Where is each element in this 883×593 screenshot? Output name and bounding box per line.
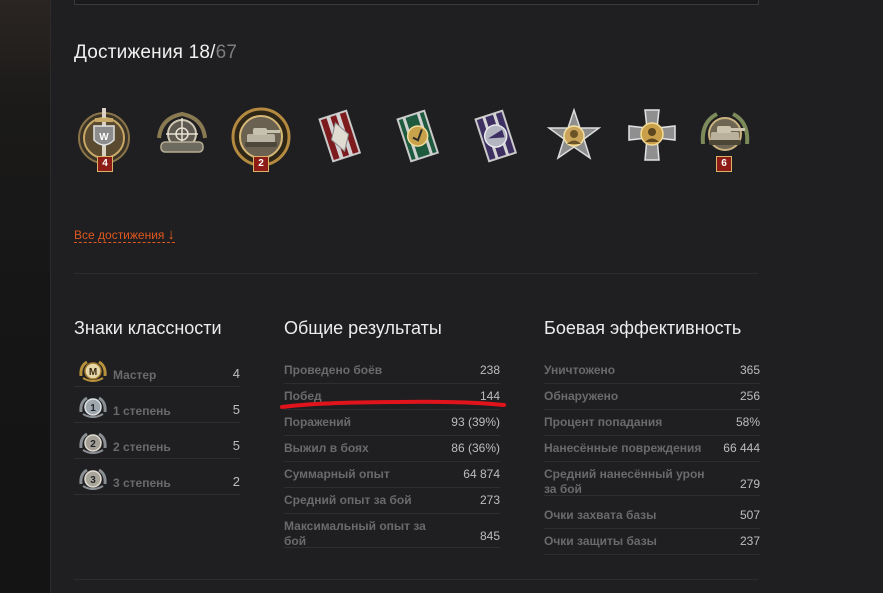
stat-row-losses: Поражений 93 (39%) (284, 409, 500, 436)
stat-value: 279 (739, 477, 760, 491)
stat-label: Очки защиты базы (544, 534, 657, 548)
class-value: 5 (232, 402, 240, 417)
stat-row-battles: Проведено боёв 238 (284, 357, 500, 384)
stat-label: Обнаружено (544, 389, 619, 403)
stat-row-survived: Выжил в боях 86 (36%) (284, 435, 500, 462)
crosshair-tank-medal-icon[interactable] (153, 104, 215, 170)
stat-value: 256 (739, 389, 760, 403)
red-underline-mark (280, 399, 506, 409)
medal-count-badge: 6 (716, 156, 732, 172)
svg-text:1: 1 (90, 403, 96, 414)
class-label: 3 степень (113, 476, 171, 490)
top-frame (74, 0, 759, 5)
stat-label: Уничтожено (544, 363, 616, 377)
combat-title: Боевая эффективность (544, 318, 742, 338)
green-ribbon-medal-icon[interactable] (387, 104, 449, 170)
star-portrait-medal-icon[interactable] (543, 104, 605, 170)
stat-label: Очки захвата базы (544, 508, 657, 522)
stat-value: 365 (739, 363, 760, 377)
stat-value: 66 444 (723, 441, 760, 455)
medal-count-badge: 2 (253, 156, 269, 172)
bottom-divider (74, 579, 758, 580)
tank-laurel-medal-icon[interactable]: 2 (231, 104, 293, 172)
stat-label: Процент попадания (544, 415, 663, 429)
achievements-title: Достижения 18/67 (74, 42, 238, 63)
stat-label: Средний опыт за бой (284, 493, 412, 507)
stat-label: Максимальный опыт за бой (284, 519, 426, 548)
class-1-badge-icon: 1 (79, 396, 107, 418)
arrow-down-icon: ↓ (167, 226, 175, 243)
class-value: 2 (232, 474, 240, 489)
medal-count-badge: 4 (97, 156, 113, 172)
class-row-3: 3 3 степень 2 (74, 468, 240, 495)
svg-text:2: 2 (90, 439, 96, 450)
section-divider (74, 273, 758, 274)
purple-ribbon-medal-icon[interactable] (465, 104, 527, 170)
sword-shield-medal-icon[interactable]: W 4 (75, 104, 137, 172)
stat-label: Выжил в боях (284, 441, 369, 455)
stat-value: 507 (739, 508, 760, 522)
class-label: 2 степень (113, 440, 171, 454)
class-label: Мастер (113, 368, 157, 382)
svg-text:3: 3 (90, 475, 96, 486)
page-background-edge (0, 0, 50, 593)
stat-label: Проведено боёв (284, 363, 383, 377)
svg-text:W: W (99, 132, 109, 143)
class-label: 1 степень (113, 404, 171, 418)
cross-portrait-medal-icon[interactable] (621, 104, 683, 170)
stat-value: 93 (39%) (451, 415, 500, 429)
stat-row-hit-ratio: Процент попадания 58% (544, 409, 760, 436)
stat-value: 273 (479, 493, 500, 507)
stat-row-damage: Нанесённые повреждения 66 444 (544, 435, 760, 462)
stat-row-avg-xp: Средний опыт за бой 273 (284, 487, 500, 514)
stat-row-avg-damage: Средний нанесённый урон за бой 279 (544, 461, 760, 496)
red-ribbon-medal-icon[interactable] (309, 104, 371, 170)
svg-text:M: M (89, 367, 97, 378)
stat-value: 237 (739, 534, 760, 548)
stat-row-total-xp: Суммарный опыт 64 874 (284, 461, 500, 488)
stat-value: 58% (735, 415, 760, 429)
class-value: 4 (232, 366, 240, 381)
class-row-1: 1 1 степень 5 (74, 396, 240, 423)
class-row-2: 2 2 степень 5 (74, 432, 240, 459)
all-achievements-link[interactable]: Все достижения ↓ (74, 226, 175, 243)
classes-title: Знаки классности (74, 318, 222, 338)
stat-label: Нанесённые повреждения (544, 441, 702, 455)
stat-label: Суммарный опыт (284, 467, 390, 481)
stat-row-capture: Очки захвата базы 507 (544, 502, 760, 529)
stat-value: 86 (36%) (451, 441, 500, 455)
class-3-badge-icon: 3 (79, 468, 107, 490)
master-badge-icon: M (79, 360, 107, 382)
general-title: Общие результаты (284, 318, 442, 338)
stat-label: Поражений (284, 415, 351, 429)
achievements-total: 67 (215, 42, 238, 63)
class-value: 5 (232, 438, 240, 453)
stat-row-max-xp: Максимальный опыт за бой 845 (284, 513, 500, 548)
class-2-badge-icon: 2 (79, 432, 107, 454)
tank-wreath-medal-icon[interactable]: 6 (695, 104, 757, 172)
stat-label: Средний нанесённый урон за бой (544, 467, 705, 496)
stat-value: 64 874 (463, 467, 500, 481)
stat-row-destroyed: Уничтожено 365 (544, 357, 760, 384)
class-row-master: M Мастер 4 (74, 360, 240, 387)
stat-value: 845 (479, 529, 500, 543)
stat-row-spotted: Обнаружено 256 (544, 383, 760, 410)
stat-row-defense: Очки защиты базы 237 (544, 528, 760, 555)
stat-value: 238 (479, 363, 500, 377)
